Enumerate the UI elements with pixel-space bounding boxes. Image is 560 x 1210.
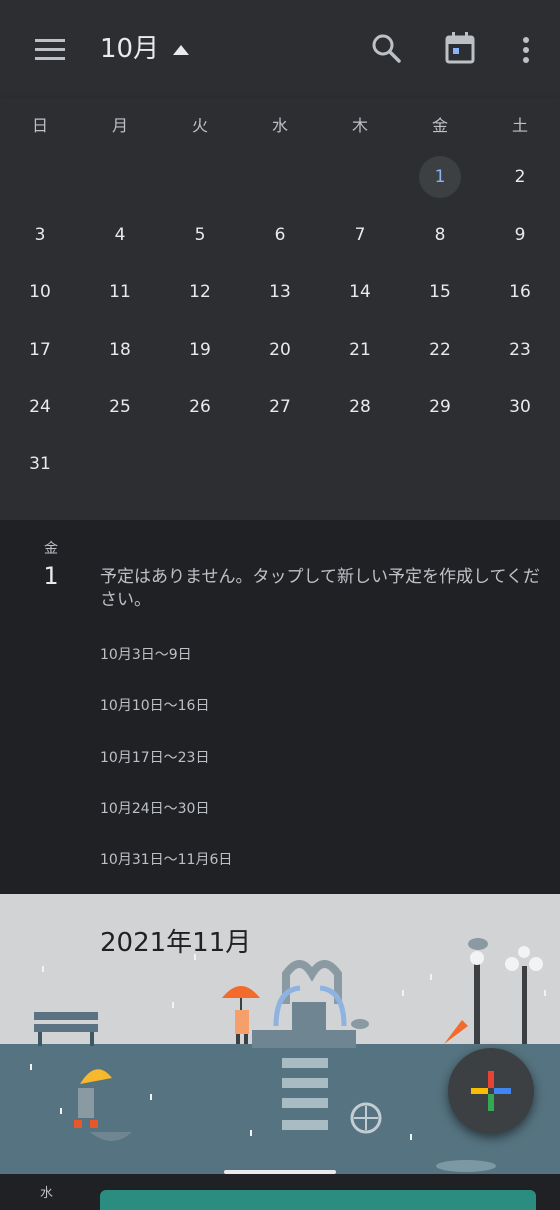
day-cell[interactable]: 23: [480, 329, 560, 371]
more-vert-icon[interactable]: [508, 28, 544, 72]
day-cell[interactable]: 20: [240, 329, 320, 371]
weekday-fri: 金: [431, 116, 448, 135]
day-cell[interactable]: 28: [320, 386, 400, 428]
day-cell[interactable]: 26: [160, 386, 240, 428]
day-cell[interactable]: 12: [160, 271, 240, 313]
day-cell[interactable]: 24: [0, 386, 80, 428]
day-cell[interactable]: 9: [480, 214, 560, 256]
week-range-item[interactable]: 10月24日～30日: [100, 798, 209, 818]
week-range-item[interactable]: 10月3日～9日: [100, 644, 192, 664]
next-month-agenda-row: 水: [0, 1174, 560, 1210]
google-plus-icon: [471, 1071, 511, 1111]
month-banner-title: 2021年11月: [100, 928, 252, 958]
day-cell[interactable]: 29: [400, 386, 480, 428]
weekday-wed: 水: [271, 116, 288, 135]
day-cell[interactable]: 21: [320, 329, 400, 371]
day-cell[interactable]: 10: [0, 271, 80, 313]
no-events-message[interactable]: 予定はありません。タップして新しい予定を作成してください。: [100, 566, 540, 612]
day-cell[interactable]: 22: [400, 329, 480, 371]
day-cell[interactable]: 31: [0, 443, 80, 485]
day-cell[interactable]: 11: [80, 271, 160, 313]
day-cell[interactable]: 4: [80, 214, 160, 256]
day-cell[interactable]: 6: [240, 214, 320, 256]
day-cell[interactable]: 17: [0, 329, 80, 371]
day-cell[interactable]: 19: [160, 329, 240, 371]
day-cell[interactable]: 8: [400, 214, 480, 256]
day-cell[interactable]: 14: [320, 271, 400, 313]
month-selector[interactable]: 10月: [100, 28, 190, 65]
top-app-bar: 10月: [0, 0, 560, 98]
weekday-sat: 土: [511, 116, 528, 135]
create-event-button[interactable]: [448, 1048, 534, 1134]
day-cell[interactable]: 13: [240, 271, 320, 313]
event-chip[interactable]: [100, 1190, 536, 1210]
weekday-mon: 月: [111, 116, 128, 135]
today-icon[interactable]: [438, 26, 482, 70]
weekday-thu: 木: [351, 116, 368, 135]
week-range-item[interactable]: 10月17日～23日: [100, 747, 209, 767]
weekday-sun: 日: [31, 116, 48, 135]
day-cell[interactable]: 16: [480, 271, 560, 313]
week-range-item[interactable]: 10月31日～11月6日: [100, 849, 232, 869]
day-cell[interactable]: 27: [240, 386, 320, 428]
today-marker: 1: [419, 156, 461, 198]
day-cell[interactable]: 25: [80, 386, 160, 428]
month-label: 10月: [100, 34, 160, 64]
day-cell[interactable]: 30: [480, 386, 560, 428]
dropdown-arrow-icon: [173, 32, 190, 62]
month-grid-panel: 日 月 火 水 木 金 土 1 2 3 4 5 6 7 8 9 10 11 12…: [0, 98, 560, 520]
selected-day-number: 1: [43, 562, 59, 590]
day-cell[interactable]: 2: [480, 156, 560, 198]
search-icon[interactable]: [364, 26, 408, 70]
day-cell[interactable]: 5: [160, 214, 240, 256]
agenda-list: 金 1 予定はありません。タップして新しい予定を作成してください。 10月3日～…: [0, 520, 560, 894]
month-banner: 2021年11月: [0, 894, 560, 1174]
day-cell[interactable]: 18: [80, 329, 160, 371]
day-cell[interactable]: 15: [400, 271, 480, 313]
menu-icon[interactable]: [26, 30, 74, 70]
week-range-item[interactable]: 10月10日～16日: [100, 695, 209, 715]
selected-day-of-week: 金: [44, 541, 58, 557]
next-day-of-week: 水: [40, 1186, 54, 1201]
weekday-tue: 火: [191, 116, 208, 135]
rainy-park-illustration: [0, 894, 560, 1174]
day-cell-today[interactable]: 1: [400, 156, 480, 198]
day-cell[interactable]: 3: [0, 214, 80, 256]
day-cell[interactable]: 7: [320, 214, 400, 256]
